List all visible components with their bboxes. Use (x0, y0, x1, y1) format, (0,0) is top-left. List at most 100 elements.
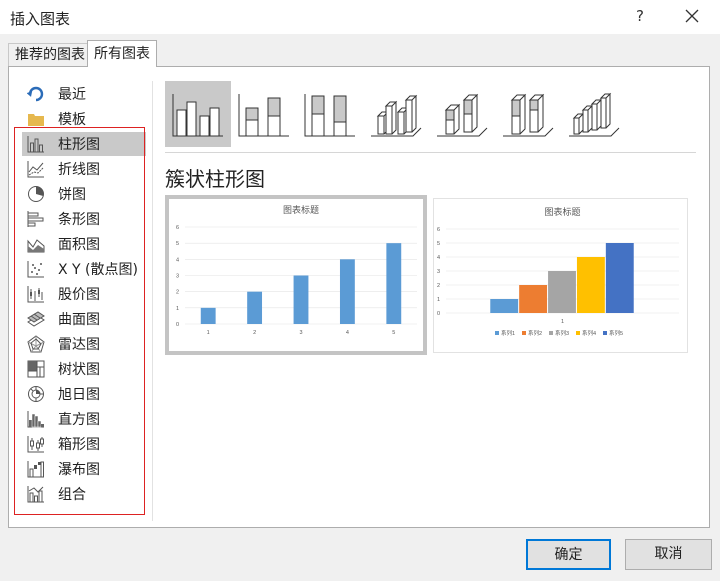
close-button[interactable] (680, 4, 704, 28)
sidebar-item-scatter[interactable]: X Y (散点图) (22, 257, 146, 281)
legend-label: 系列1 (501, 329, 515, 337)
sidebar-item-sunburst[interactable]: 旭日图 (22, 382, 146, 406)
sidebar-item-label: X Y (散点图) (58, 262, 138, 278)
chart-preview-1[interactable]: 图表标题 0 1 2 3 4 5 6 1 2 3 4 5 (165, 195, 427, 355)
subtype-100-stacked-column[interactable] (297, 81, 363, 147)
sidebar-item-bar[interactable]: 条形图 (22, 207, 146, 231)
sidebar-item-histogram[interactable]: 直方图 (22, 407, 146, 431)
bar (293, 275, 309, 324)
x-tick-label: 4 (346, 330, 349, 336)
x-tick-label: 5 (392, 330, 395, 336)
sidebar-item-line[interactable]: 折线图 (22, 157, 146, 181)
sidebar-item-combo[interactable]: 组合 (22, 482, 146, 506)
tab-recommended-charts[interactable]: 推荐的图表 (8, 43, 92, 67)
sidebar-item-box-whisker[interactable]: 箱形图 (22, 432, 146, 456)
sidebar-item-surface[interactable]: 曲面图 (22, 307, 146, 331)
pie-chart-icon (28, 186, 44, 202)
bar-系列4 (576, 257, 605, 313)
waterfall-chart-icon (27, 461, 44, 478)
divider (165, 152, 696, 153)
recent-icon (27, 86, 44, 102)
y-tick-label: 4 (176, 257, 179, 263)
treemap-chart-icon (27, 360, 45, 378)
sidebar-item-label: 直方图 (58, 412, 100, 428)
sidebar-item-label: 股价图 (58, 287, 100, 303)
y-tick-label: 5 (437, 241, 440, 247)
y-tick-label: 6 (176, 225, 179, 231)
y-tick-label: 0 (176, 322, 179, 328)
scatter-chart-icon (27, 261, 44, 278)
sidebar-item-label: 模板 (58, 112, 86, 128)
sidebar-item-label: 瀑布图 (58, 462, 100, 478)
3d-stacked-column-icon (437, 93, 488, 137)
y-tick-label: 3 (437, 269, 440, 275)
x-tick-label: 2 (253, 330, 256, 336)
histogram-chart-icon (27, 411, 44, 428)
x-tick-label: 1 (207, 330, 210, 336)
sidebar-item-pie[interactable]: 饼图 (22, 182, 146, 206)
x-tick-label: 1 (561, 319, 564, 325)
template-folder-icon (28, 114, 44, 126)
legend-label: 系列3 (555, 329, 569, 337)
subtype-3d-stacked-column[interactable] (429, 81, 495, 147)
chart-preview-2[interactable]: 图表标题 0 1 2 3 4 5 6 1 系列1 系列2 系列3 系列4 系列5 (433, 198, 688, 353)
preview-chart-single-series: 图表标题 0 1 2 3 4 5 6 1 2 3 4 5 (176, 204, 417, 336)
sidebar-item-label: 折线图 (58, 162, 100, 178)
sidebar-item-radar[interactable]: 雷达图 (22, 332, 146, 356)
sunburst-chart-icon (28, 386, 44, 402)
legend-swatch (603, 331, 607, 335)
line-chart-icon (27, 161, 44, 178)
bar (386, 243, 402, 324)
subtype-3d-column[interactable] (561, 81, 627, 147)
subtype-clustered-column[interactable] (165, 81, 231, 147)
close-icon (685, 9, 699, 23)
sidebar-item-area[interactable]: 面积图 (22, 232, 146, 256)
y-tick-label: 4 (437, 255, 440, 261)
y-tick-label: 6 (437, 227, 440, 233)
3d-column-icon (569, 92, 620, 137)
sidebar-item-label: 组合 (58, 487, 86, 503)
stock-chart-icon (27, 286, 44, 303)
sidebar-item-stock[interactable]: 股价图 (22, 282, 146, 306)
subtype-3d-clustered-column[interactable] (363, 81, 429, 147)
all-charts-panel: 最近 模板 柱形图 折线图 饼图 条形图 面积图 X Y (散点图) 股价图 曲… (8, 66, 710, 528)
column-chart-icon (27, 136, 44, 153)
sidebar-item-recent[interactable]: 最近 (22, 82, 146, 106)
cancel-button[interactable]: 取消 (625, 539, 712, 570)
sidebar-item-label: 面积图 (58, 237, 100, 253)
sidebar-item-column[interactable]: 柱形图 (22, 132, 146, 156)
bar (247, 291, 263, 324)
sidebar-item-template[interactable]: 模板 (22, 107, 146, 131)
sidebar-item-treemap[interactable]: 树状图 (22, 357, 146, 381)
bar-系列1 (490, 299, 519, 313)
sidebar-item-waterfall[interactable]: 瀑布图 (22, 457, 146, 481)
sidebar-item-label: 旭日图 (58, 387, 100, 403)
ok-button[interactable]: 确定 (526, 539, 611, 570)
100-stacked-column-icon (304, 94, 355, 137)
y-tick-label: 1 (176, 306, 179, 312)
title-bar: 插入图表 ? (0, 0, 720, 34)
divider (152, 81, 153, 521)
preview-chart-multi-series: 图表标题 0 1 2 3 4 5 6 1 系列1 系列2 系列3 系列4 系列5 (437, 206, 679, 337)
sidebar-item-label: 柱形图 (58, 137, 100, 153)
chart-title: 图表标题 (544, 206, 580, 217)
legend-swatch (549, 331, 553, 335)
sidebar-item-label: 曲面图 (58, 312, 100, 328)
y-tick-label: 0 (437, 311, 440, 317)
sidebar-item-label: 箱形图 (58, 437, 100, 453)
legend-swatch (522, 331, 526, 335)
help-button[interactable]: ? (628, 4, 652, 28)
stacked-column-icon (238, 94, 289, 137)
legend-label: 系列2 (528, 329, 542, 337)
chart-type-heading: 簇状柱形图 (165, 167, 265, 191)
y-tick-label: 5 (176, 241, 179, 247)
legend-swatch (495, 331, 499, 335)
subtype-3d-100-stacked-column[interactable] (495, 81, 561, 147)
bar-系列2 (519, 285, 548, 313)
subtype-stacked-column[interactable] (231, 81, 297, 147)
tab-all-charts[interactable]: 所有图表 (87, 40, 157, 67)
bar (200, 307, 216, 324)
bar (339, 259, 355, 324)
legend-label: 系列4 (582, 329, 596, 337)
y-tick-label: 2 (437, 283, 440, 289)
